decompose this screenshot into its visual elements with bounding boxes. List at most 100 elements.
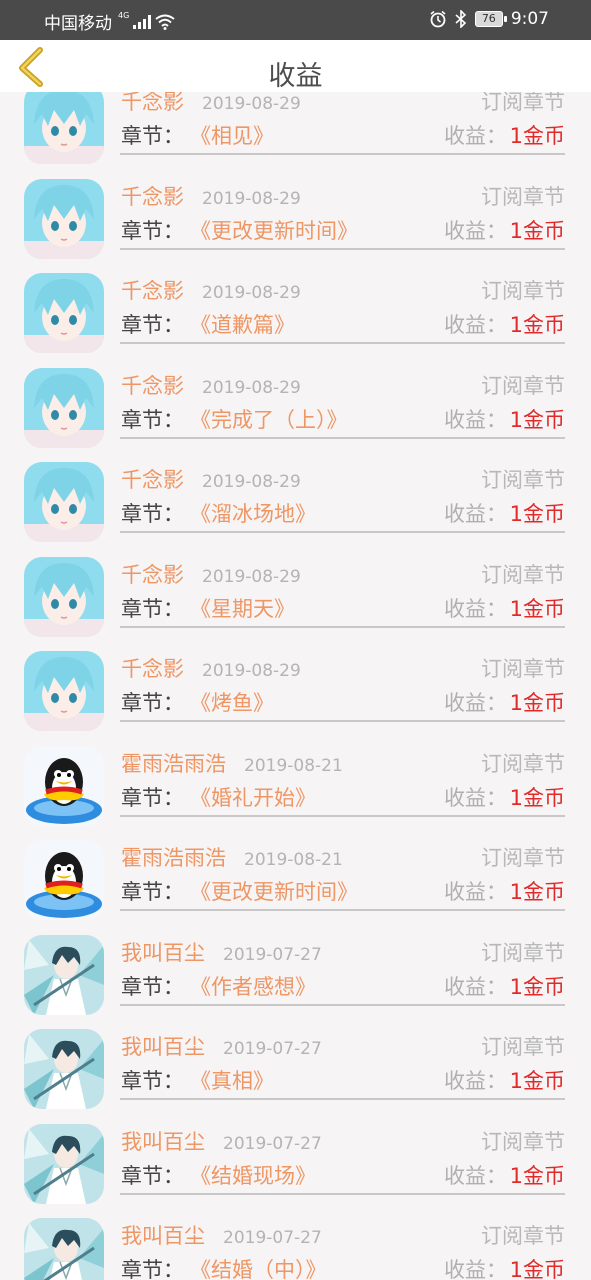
list-item-0[interactable]: 千念影 2019-08-29 订阅章节 章节： 《相见》 收益： 1金币 <box>0 92 591 164</box>
anime-boy-teal-avatar <box>24 462 104 542</box>
user-name: 我叫百尘 2019-07-27 <box>121 1126 322 1156</box>
record-type: 订阅章节 <box>481 1035 565 1059</box>
list-item-1[interactable]: 千念影 2019-08-29 订阅章节 章节： 《更改更新时间》 收益： 1金币 <box>0 164 591 259</box>
divider <box>120 153 565 155</box>
earnings-list-content: 千念影 2019-08-29 订阅章节 章节： 《相见》 收益： 1金币 千念影 2… <box>0 92 591 1280</box>
earnings-label: 收益： <box>444 785 507 810</box>
chapter-title: 《结婚现场》 <box>190 1163 316 1188</box>
alarm-icon <box>430 10 446 28</box>
list-item-9[interactable]: 我叫百尘 2019-07-27 订阅章节 章节： 《作者感想》 收益： 1金币 <box>0 920 591 1015</box>
record-type: 订阅章节 <box>481 751 565 776</box>
record-date: 2019-08-29 <box>202 661 301 681</box>
chapter-label: 章节： <box>121 596 184 621</box>
divider <box>120 531 565 533</box>
user-name: 千念影 2019-08-29 <box>121 275 301 305</box>
earnings-amount: 1金币 <box>509 1258 565 1280</box>
anime-boy-teal-avatar <box>24 367 104 448</box>
chapter-label: 章节： <box>121 1258 184 1280</box>
list-item-8[interactable]: 霍雨浩雨浩 2019-08-21 订阅章节 章节： 《更改更新时间》 收益： 1金… <box>0 825 591 920</box>
chapter-title: 《更改更新时间》 <box>190 218 358 243</box>
battery-icon: 76 <box>474 11 507 27</box>
record-type: 订阅章节 <box>481 657 565 681</box>
anime-swordsman-avatar <box>24 1029 104 1109</box>
anime-swordsman-avatar <box>24 934 104 1015</box>
page-header: 收益 <box>0 40 591 92</box>
record-type: 订阅章节 <box>481 846 565 870</box>
user-name: 霍雨浩雨浩 2019-08-21 <box>121 748 343 778</box>
earnings-amount: 1金币 <box>509 880 565 904</box>
user-name: 霍雨浩雨浩 2019-08-21 <box>121 842 343 872</box>
chapter-label: 章节： <box>121 785 184 810</box>
list-item-11[interactable]: 我叫百尘 2019-07-27 订阅章节 章节： 《结婚现场》 收益： 1金币 <box>0 1109 591 1204</box>
record-date: 2019-08-29 <box>202 94 301 114</box>
chapter-title: 《烤鱼》 <box>190 691 274 715</box>
user-name-text: 霍雨浩雨浩 <box>121 751 226 776</box>
earnings-amount: 1金币 <box>509 124 565 148</box>
list-item-4[interactable]: 千念影 2019-08-29 订阅章节 章节： 《溜冰场地》 收益： 1金币 <box>0 447 591 542</box>
chapter-title: 《完成了（上）》 <box>190 407 348 432</box>
penguin-avatar <box>24 745 104 826</box>
earnings-label: 收益： <box>444 1258 507 1280</box>
chapter-label: 章节： <box>121 502 184 526</box>
user-name-text: 我叫百尘 <box>121 940 205 965</box>
divider <box>120 720 565 722</box>
clock: 9:07 <box>510 9 549 29</box>
list-item-6[interactable]: 千念影 2019-08-29 订阅章节 章节： 《烤鱼》 收益： 1金币 <box>0 636 591 731</box>
user-name: 千念影 2019-08-29 <box>121 370 301 400</box>
record-type: 订阅章节 <box>481 562 565 587</box>
list-item-10[interactable]: 我叫百尘 2019-07-27 订阅章节 章节： 《真相》 收益： 1金币 <box>0 1014 591 1109</box>
anime-boy-teal-avatar <box>24 651 104 731</box>
list-item-7[interactable]: 霍雨浩雨浩 2019-08-21 订阅章节 章节： 《婚礼开始》 收益： 1金币 <box>0 731 591 826</box>
user-name: 我叫百尘 2019-07-27 <box>121 937 322 967</box>
anime-boy-teal-avatar <box>24 556 104 637</box>
record-type: 订阅章节 <box>481 279 565 303</box>
list-item-3[interactable]: 千念影 2019-08-29 订阅章节 章节： 《完成了（上）》 收益： 1金币 <box>0 353 591 448</box>
earnings-amount: 1金币 <box>509 785 565 810</box>
record-date: 2019-08-29 <box>202 566 301 587</box>
earnings-amount: 1金币 <box>509 1163 565 1188</box>
user-name: 千念影 2019-08-29 <box>121 653 301 683</box>
record-type: 订阅章节 <box>481 468 565 492</box>
list-item-2[interactable]: 千念影 2019-08-29 订阅章节 章节： 《道歉篇》 收益： 1金币 <box>0 258 591 353</box>
divider <box>120 1003 565 1006</box>
record-date: 2019-07-27 <box>223 1133 322 1154</box>
chapter-title: 《溜冰场地》 <box>190 502 316 526</box>
list-item-5[interactable]: 千念影 2019-08-29 订阅章节 章节： 《星期天》 收益： 1金币 <box>0 542 591 637</box>
record-type: 订阅章节 <box>481 1224 565 1248</box>
anime-swordsman-avatar <box>24 1218 104 1280</box>
chapter-title: 《道歉篇》 <box>190 313 295 337</box>
user-name: 我叫百尘 2019-07-27 <box>121 1031 322 1061</box>
user-name-text: 我叫百尘 <box>121 1129 205 1154</box>
divider <box>120 1192 565 1195</box>
user-name-text: 千念影 <box>121 468 184 492</box>
user-name: 我叫百尘 2019-07-27 <box>121 1220 322 1250</box>
list-item-12[interactable]: 我叫百尘 2019-07-27 订阅章节 章节： 《结婚（中）》 收益： 1金币 <box>0 1203 591 1280</box>
earnings-label: 收益： <box>444 1163 507 1188</box>
chapter-title: 《相见》 <box>190 124 274 148</box>
chapter-label: 章节： <box>121 880 184 904</box>
earnings-amount: 1金币 <box>509 974 565 999</box>
chapter-label: 章节： <box>121 407 184 432</box>
earnings-label: 收益： <box>444 1069 507 1093</box>
user-name-text: 千念影 <box>121 657 184 681</box>
chapter-label: 章节： <box>121 313 184 337</box>
record-date: 2019-08-29 <box>202 283 301 303</box>
record-date: 2019-07-27 <box>223 944 322 965</box>
signal-icon <box>133 14 152 29</box>
chapter-label: 章节： <box>121 1163 184 1188</box>
user-name-text: 千念影 <box>121 562 184 587</box>
chapter-title: 《作者感想》 <box>190 974 316 999</box>
user-name: 千念影 2019-08-29 <box>121 92 301 116</box>
wifi-icon <box>155 14 175 30</box>
network-type: 4G <box>118 11 130 20</box>
anime-boy-teal-avatar <box>24 178 104 259</box>
divider <box>120 909 565 911</box>
status-bar: 中国移动 4G 76 9:07 <box>0 0 591 40</box>
divider <box>120 1098 565 1100</box>
record-type: 订阅章节 <box>481 1129 565 1154</box>
earnings-label: 收益： <box>444 407 507 432</box>
earnings-amount: 1金币 <box>509 691 565 715</box>
divider <box>120 436 565 439</box>
earnings-list[interactable]: 千念影 2019-08-29 订阅章节 章节： 《相见》 收益： 1金币 千念影 2… <box>0 92 591 1280</box>
earnings-amount: 1金币 <box>509 502 565 526</box>
